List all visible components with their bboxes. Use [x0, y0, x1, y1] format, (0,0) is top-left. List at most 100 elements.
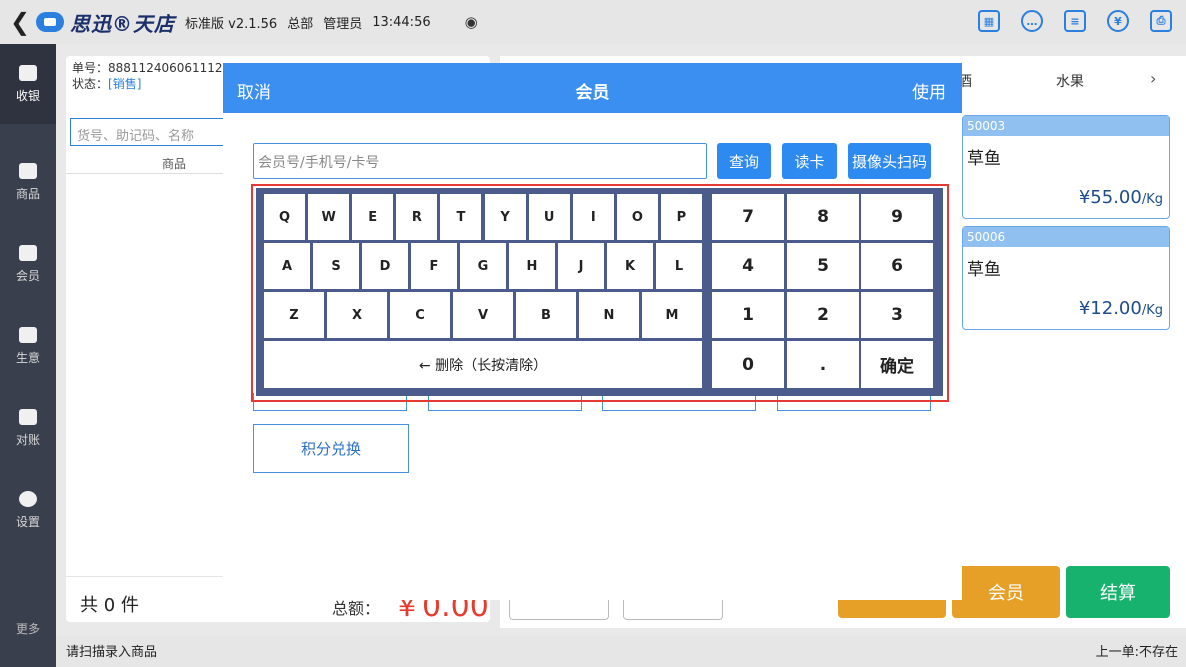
yuan-icon[interactable]: ¥ [1107, 10, 1129, 32]
key-n[interactable]: N [579, 292, 639, 338]
key-7[interactable]: 7 [712, 194, 784, 240]
order-no: 8881124060611124 [108, 61, 231, 75]
key-6[interactable]: 6 [861, 243, 933, 289]
product-unit: /Kg [1141, 192, 1163, 207]
sidebar-item-member[interactable]: 会员 [0, 224, 56, 304]
user-label: 管理员 [323, 16, 363, 32]
dialog-header: 取消 会员 使用 [223, 63, 962, 113]
camera-scan-button[interactable]: 摄像头扫码 [848, 143, 931, 179]
key-5[interactable]: 5 [787, 243, 859, 289]
crown-icon [19, 244, 37, 261]
chat-icon[interactable]: … [1021, 10, 1043, 32]
product-card[interactable]: 50006 草鱼 ¥12.00/Kg [962, 226, 1170, 330]
key-3[interactable]: 3 [861, 292, 933, 338]
chart-icon [19, 326, 37, 343]
key-9[interactable]: 9 [861, 194, 933, 240]
sidebar-item-label: 商品 [15, 186, 40, 201]
key-t[interactable]: T [440, 194, 482, 240]
top-bar: ❮ 思迅®天店 标准版 v2.1.56 总部 管理员 13:44:56 ◉ ▦ … [0, 0, 1186, 44]
key-h[interactable]: H [509, 243, 555, 289]
key-e[interactable]: E [352, 194, 394, 240]
status-badge: [销售] [108, 77, 142, 91]
key-c[interactable]: C [390, 292, 450, 338]
key-b[interactable]: B [516, 292, 576, 338]
branch-label: 总部 [287, 16, 314, 32]
status-message: 请扫描录入商品 [66, 645, 158, 660]
sidebar-item-cashier[interactable]: 收银 [0, 44, 56, 124]
confirm-key[interactable]: 确定 [861, 341, 933, 388]
product-card[interactable]: 50003 草鱼 ¥55.00/Kg [962, 115, 1170, 219]
sidebar-item-goods[interactable]: 商品 [0, 142, 56, 222]
member-button[interactable]: 会员 [952, 566, 1060, 618]
key-l[interactable]: L [656, 243, 702, 289]
points-exchange-button[interactable]: 积分兑换 [253, 424, 409, 473]
key-z[interactable]: Z [264, 292, 324, 338]
tab-fruit[interactable]: 水果 [1056, 71, 1084, 91]
delete-key[interactable]: ← 删除（长按清除） [264, 341, 702, 388]
bag-icon [19, 162, 37, 179]
document-icon[interactable]: ≡ [1064, 10, 1086, 32]
ledger-icon [19, 408, 37, 425]
clock: 13:44:56 [372, 14, 431, 30]
key-o[interactable]: O [616, 194, 658, 240]
key-u[interactable]: U [528, 194, 570, 240]
status-bar: 请扫描录入商品 上一单:不存在 [56, 636, 1186, 667]
read-card-button[interactable]: 读卡 [782, 143, 837, 179]
key-f[interactable]: F [411, 243, 457, 289]
key-k[interactable]: K [607, 243, 653, 289]
key-m[interactable]: M [642, 292, 702, 338]
sidebar-item-label: 对账 [15, 432, 40, 447]
gear-icon [19, 490, 37, 507]
product-price: ¥12.00 [1078, 298, 1142, 319]
key-w[interactable]: W [308, 194, 350, 240]
virtual-keyboard: Q W E R T Y U I O P A S D F G H J K L Z X C V B N M ← 删除（长按清除） 7 8 9 4… [256, 188, 943, 396]
key-2[interactable]: 2 [787, 292, 859, 338]
brand-logo-icon [36, 12, 64, 32]
key-dot[interactable]: . [787, 341, 859, 388]
key-s[interactable]: S [313, 243, 359, 289]
product-price: ¥55.00 [1078, 187, 1142, 208]
order-no-label: 单号： [72, 61, 109, 75]
key-8[interactable]: 8 [787, 194, 859, 240]
key-g[interactable]: G [460, 243, 506, 289]
key-y[interactable]: Y [484, 194, 526, 240]
edition-label: 标准版 v2.1.56 [185, 16, 278, 32]
dialog-title: 会员 [575, 83, 610, 103]
grid-icon[interactable]: ▦ [978, 10, 1000, 32]
sidebar-item-label: 收银 [15, 88, 40, 103]
key-d[interactable]: D [362, 243, 408, 289]
sidebar-item-settings[interactable]: 设置 [0, 470, 56, 550]
key-p[interactable]: P [660, 194, 702, 240]
key-r[interactable]: R [396, 194, 438, 240]
query-button[interactable]: 查询 [717, 143, 771, 179]
sidebar: 收银 商品 会员 生意 对账 设置 更多 [0, 44, 56, 667]
sidebar-item-business[interactable]: 生意 [0, 306, 56, 386]
wifi-icon: ◉ [464, 13, 478, 31]
key-a[interactable]: A [264, 243, 310, 289]
checkout-button[interactable]: 结算 [1066, 566, 1170, 618]
key-x[interactable]: X [327, 292, 387, 338]
use-button[interactable]: 使用 [912, 78, 946, 103]
status-label: 状态： [72, 77, 109, 91]
key-q[interactable]: Q [264, 194, 306, 240]
key-4[interactable]: 4 [712, 243, 784, 289]
cash-register-icon [19, 64, 37, 81]
key-i[interactable]: I [572, 194, 614, 240]
sidebar-item-label: 会员 [15, 268, 40, 283]
chevron-left-icon[interactable]: ❮ [6, 8, 34, 36]
product-name: 草鱼 [967, 149, 1001, 169]
key-v[interactable]: V [453, 292, 513, 338]
brand-name: 思迅®天店 [70, 11, 175, 36]
product-name: 草鱼 [967, 260, 1001, 280]
key-j[interactable]: J [558, 243, 604, 289]
printer-icon[interactable]: ⎙ [1150, 10, 1172, 32]
item-count: 共 0 件 [80, 595, 139, 616]
member-search-input[interactable]: 会员号/手机号/卡号 [253, 143, 707, 179]
key-0[interactable]: 0 [712, 341, 784, 388]
sidebar-item-label: 设置 [15, 514, 40, 529]
sidebar-item-reconcile[interactable]: 对账 [0, 388, 56, 468]
product-code: 50006 [963, 227, 1169, 247]
key-1[interactable]: 1 [712, 292, 784, 338]
chevron-right-icon[interactable]: › [1150, 69, 1156, 88]
sidebar-more[interactable]: 更多 [0, 620, 56, 637]
